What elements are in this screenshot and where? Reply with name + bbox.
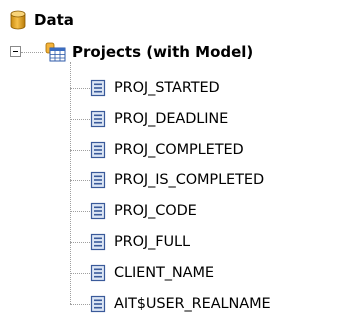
database-icon: [10, 10, 26, 30]
field-label: PROJ_COMPLETED: [114, 142, 244, 158]
field-icon: [90, 295, 106, 313]
field-label: PROJ_CODE: [114, 203, 197, 219]
tree-field-item[interactable]: PROJ_CODE: [90, 199, 197, 223]
table-model-icon: [44, 42, 66, 62]
field-icon: [90, 202, 106, 220]
tree-field-item[interactable]: PROJ_DEADLINE: [90, 107, 228, 131]
field-icon: [90, 79, 106, 97]
tree-connector: [70, 150, 90, 151]
tree-connector: [70, 119, 90, 120]
field-icon: [90, 233, 106, 251]
field-label: PROJ_DEADLINE: [114, 111, 229, 127]
tree-connector: [21, 52, 43, 53]
collapse-toggle[interactable]: [10, 46, 21, 57]
tree-field-item[interactable]: AIT$USER_REALNAME: [90, 292, 271, 316]
tree-connector: [70, 242, 90, 243]
tree-root-label: Data: [34, 11, 74, 29]
field-icon: [90, 141, 106, 159]
tree-field-item[interactable]: PROJ_STARTED: [90, 76, 220, 100]
tree-connector: [70, 273, 90, 274]
tree-connector: [70, 88, 90, 89]
field-label: CLIENT_NAME: [114, 265, 214, 281]
tree-connector: [70, 62, 71, 304]
field-icon: [90, 110, 106, 128]
field-icon: [90, 171, 106, 189]
field-label: PROJ_FULL: [114, 234, 190, 250]
tree-field-item[interactable]: CLIENT_NAME: [90, 261, 214, 285]
tree-field-item[interactable]: PROJ_COMPLETED: [90, 138, 244, 162]
tree-connector: [70, 211, 90, 212]
tree-connector: [70, 304, 90, 305]
data-tree: Data Projects (with Model) PROJ_STARTED P…: [0, 0, 341, 322]
field-label: AIT$USER_REALNAME: [114, 296, 271, 312]
field-label: PROJ_IS_COMPLETED: [114, 172, 265, 188]
tree-root-data[interactable]: Data: [10, 8, 74, 32]
tree-connector: [70, 180, 90, 181]
tree-field-item[interactable]: PROJ_FULL: [90, 230, 190, 254]
tree-node-label: Projects (with Model): [72, 43, 254, 61]
field-label: PROJ_STARTED: [114, 80, 220, 96]
field-icon: [90, 264, 106, 282]
tree-node-projects-model[interactable]: Projects (with Model): [44, 40, 253, 64]
tree-field-item[interactable]: PROJ_IS_COMPLETED: [90, 168, 264, 192]
